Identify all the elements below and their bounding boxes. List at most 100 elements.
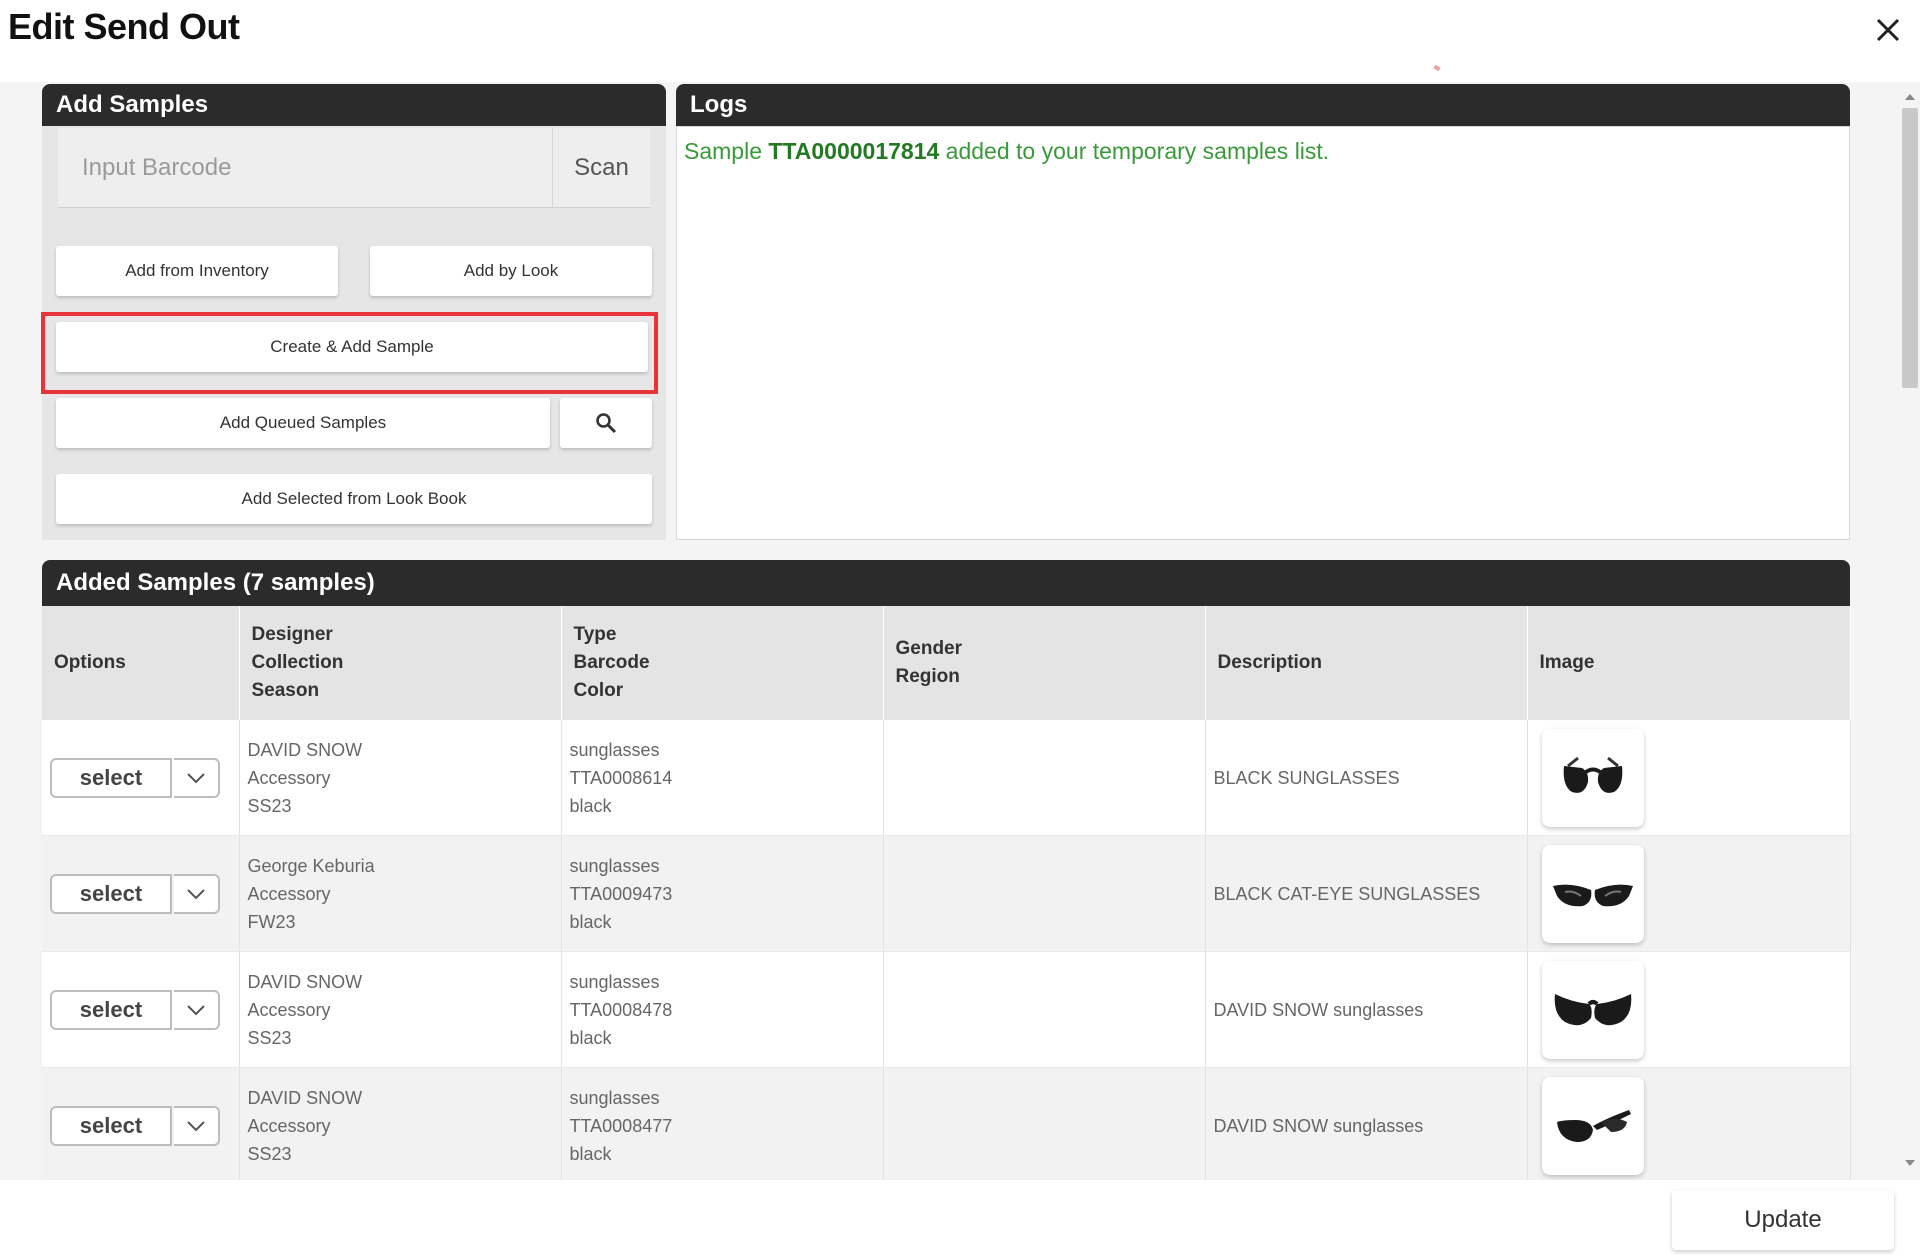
- type-cell: sunglasses TTA0009473 black: [561, 835, 884, 952]
- search-icon: [596, 413, 617, 434]
- barcode-value: TTA0008478: [569, 999, 673, 1020]
- options-cell: select: [42, 951, 240, 1068]
- designer-name: George Keburia: [247, 855, 375, 876]
- gender-cell: [883, 720, 1206, 836]
- type-value: sunglasses: [569, 971, 660, 992]
- description-cell: BLACK SUNGLASSES: [1205, 720, 1528, 836]
- col-designer-l1: Designer: [251, 624, 333, 645]
- sample-thumbnail[interactable]: [1541, 960, 1644, 1059]
- season-name: FW23: [247, 911, 296, 932]
- table-row: select DAVID SNOW Accessory SS23 sunglasse…: [42, 720, 1851, 836]
- col-image: Image: [1527, 606, 1851, 720]
- close-icon[interactable]: [1872, 14, 1904, 46]
- decorative-mark: [1433, 64, 1441, 72]
- description-cell: BLACK CAT-EYE SUNGLASSES: [1205, 835, 1528, 952]
- image-cell: [1527, 951, 1851, 1068]
- col-type-l1: Type: [573, 624, 617, 645]
- col-designer-l3: Season: [251, 680, 320, 701]
- table-header-row: Options Designer Collection Season Type Bar…: [42, 606, 1851, 720]
- scroll-up-arrow-icon[interactable]: [1903, 92, 1917, 102]
- dialog-footer: [0, 1180, 1920, 1258]
- gender-cell: [883, 1067, 1206, 1184]
- col-type: Type Barcode Color: [561, 606, 884, 720]
- log-entry: Sample TTA0000017814 added to your tempo…: [684, 138, 1329, 165]
- select-dropdown-toggle[interactable]: [174, 1105, 220, 1146]
- designer-cell: DAVID SNOW Accessory SS23: [239, 720, 562, 836]
- options-cell: select: [42, 835, 240, 952]
- select-button[interactable]: select: [50, 989, 172, 1030]
- barcode-value: TTA0008614: [569, 767, 673, 788]
- log-suffix: added to your temporary samples list.: [939, 138, 1330, 164]
- collection-name: Accessory: [247, 883, 331, 904]
- sample-thumbnail[interactable]: [1541, 1076, 1644, 1175]
- sample-thumbnail[interactable]: [1541, 844, 1644, 943]
- color-value: black: [569, 911, 612, 932]
- chevron-down-icon: [187, 1120, 205, 1131]
- log-sample-id: TTA0000017814: [768, 138, 940, 164]
- gender-cell: [883, 951, 1206, 1068]
- log-prefix: Sample: [684, 138, 769, 164]
- col-gender-l2: Region: [895, 666, 960, 687]
- select-dropdown-toggle[interactable]: [174, 989, 220, 1030]
- barcode-value: TTA0008477: [569, 1115, 673, 1136]
- col-designer-l2: Collection: [251, 652, 344, 673]
- table-row: select DAVID SNOW Accessory SS23 sunglasse…: [42, 951, 1851, 1068]
- select-button[interactable]: select: [50, 757, 172, 798]
- wrap-sunglasses-icon: [1554, 993, 1631, 1025]
- type-cell: sunglasses TTA0008614 black: [561, 720, 884, 836]
- barcode-value: TTA0009473: [569, 883, 673, 904]
- type-value: sunglasses: [569, 739, 660, 760]
- scrollbar-thumb[interactable]: [1902, 108, 1918, 388]
- designer-name: DAVID SNOW: [247, 739, 363, 760]
- table-row: select DAVID SNOW Accessory SS23 sunglasse…: [42, 1067, 1851, 1184]
- scroll-down-arrow-icon[interactable]: [1903, 1158, 1917, 1168]
- select-dropdown-toggle[interactable]: [174, 873, 220, 914]
- col-gender-l1: Gender: [895, 638, 963, 659]
- add-queued-samples-button[interactable]: Add Queued Samples: [56, 398, 550, 448]
- image-cell: [1527, 835, 1851, 952]
- chevron-down-icon: [187, 772, 205, 783]
- description-cell: DAVID SNOW sunglasses: [1205, 1067, 1528, 1184]
- add-by-look-button[interactable]: Add by Look: [370, 246, 652, 296]
- scan-button[interactable]: Scan: [552, 128, 650, 208]
- options-cell: select: [42, 1067, 240, 1184]
- color-value: black: [569, 1027, 612, 1048]
- search-queued-button[interactable]: [560, 398, 652, 448]
- image-cell: [1527, 1067, 1851, 1184]
- type-value: sunglasses: [569, 855, 660, 876]
- table-row: select George Keburia Accessory FW23 sungl…: [42, 835, 1851, 952]
- update-button[interactable]: Update: [1672, 1190, 1894, 1250]
- col-type-l2: Barcode: [573, 652, 650, 673]
- highlight-box: [41, 312, 658, 394]
- designer-cell: George Keburia Accessory FW23: [239, 835, 562, 952]
- add-from-inventory-button[interactable]: Add from Inventory: [56, 246, 338, 296]
- select-button[interactable]: select: [50, 1105, 172, 1146]
- sample-thumbnail[interactable]: [1541, 728, 1644, 827]
- sunglasses-front-icon: [1563, 756, 1622, 793]
- cat-eye-sunglasses-icon: [1552, 884, 1633, 906]
- col-description: Description: [1205, 606, 1528, 720]
- type-value: sunglasses: [569, 1087, 660, 1108]
- season-name: SS23: [247, 1027, 292, 1048]
- season-name: SS23: [247, 1143, 292, 1164]
- collection-name: Accessory: [247, 767, 331, 788]
- col-designer: Designer Collection Season: [239, 606, 562, 720]
- barcode-input[interactable]: [58, 128, 552, 208]
- select-button[interactable]: select: [50, 873, 172, 914]
- type-cell: sunglasses TTA0008477 black: [561, 1067, 884, 1184]
- logs-header: Logs: [676, 84, 1850, 126]
- image-cell: [1527, 720, 1851, 836]
- add-samples-header: Add Samples: [42, 84, 666, 126]
- designer-name: DAVID SNOW: [247, 1087, 363, 1108]
- chevron-down-icon: [187, 1004, 205, 1015]
- season-name: SS23: [247, 795, 292, 816]
- color-value: black: [569, 1143, 612, 1164]
- added-samples-header: Added Samples (7 samples): [42, 560, 1850, 606]
- logs-body: [676, 126, 1850, 540]
- add-selected-lookbook-button[interactable]: Add Selected from Look Book: [56, 474, 652, 524]
- designer-cell: DAVID SNOW Accessory SS23: [239, 1067, 562, 1184]
- col-type-l3: Color: [573, 680, 624, 701]
- side-sunglasses-icon: [1556, 1109, 1631, 1142]
- collection-name: Accessory: [247, 1115, 331, 1136]
- select-dropdown-toggle[interactable]: [174, 757, 220, 798]
